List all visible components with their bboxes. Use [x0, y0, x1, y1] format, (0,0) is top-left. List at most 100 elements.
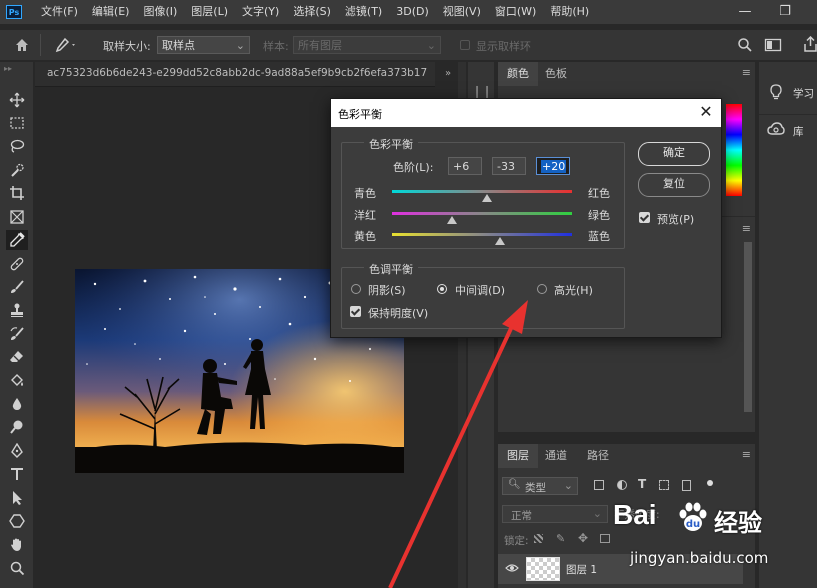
lasso-tool-icon[interactable]: [6, 136, 28, 156]
history-icon[interactable]: ❘❘: [472, 84, 492, 98]
filter-smart-object-icon[interactable]: [682, 480, 691, 491]
highlights-label[interactable]: 高光(H): [554, 282, 593, 298]
type-tool-icon[interactable]: [6, 464, 28, 484]
preview-checkbox[interactable]: [639, 212, 650, 223]
midtones-radio[interactable]: [437, 284, 447, 294]
frame-tool-icon[interactable]: [6, 207, 28, 227]
color-balance-group: 色彩平衡 色阶(L): +6 -33 +20 青色 红色 洋红 绿色 黄色 蓝色: [341, 136, 625, 249]
menu-select[interactable]: 选择(S): [286, 0, 338, 24]
watermark-url: jingyan.baidu.com: [630, 549, 769, 567]
menu-3d[interactable]: 3D(D): [389, 0, 436, 24]
hand-tool-icon[interactable]: [6, 534, 28, 554]
filter-pixel-icon[interactable]: [594, 480, 604, 490]
menu-file[interactable]: 文件(F): [34, 0, 85, 24]
cyan-red-slider-track[interactable]: [392, 190, 572, 193]
magenta-green-slider-track[interactable]: [392, 212, 572, 215]
panel-scrollbar[interactable]: [744, 242, 752, 412]
filter-adjustment-icon[interactable]: [617, 480, 627, 490]
panel-menu-icon[interactable]: ≡: [742, 222, 751, 235]
blur-tool-icon[interactable]: [6, 394, 28, 414]
panel-menu-icon[interactable]: ≡: [742, 66, 751, 79]
lock-pixels-icon[interactable]: ✎: [556, 532, 565, 545]
lock-position-icon[interactable]: ✥: [578, 531, 588, 545]
preserve-luminosity-checkbox[interactable]: [350, 306, 361, 317]
magenta-green-slider-thumb[interactable]: [447, 216, 458, 224]
tone-balance-group-title: 色调平衡: [364, 261, 418, 277]
menu-image[interactable]: 图像(I): [136, 0, 184, 24]
restore-button[interactable]: ❐: [775, 2, 795, 22]
yellow-blue-slider-thumb[interactable]: [495, 237, 505, 245]
marquee-tool-icon[interactable]: [6, 113, 28, 133]
color-spectrum[interactable]: [726, 104, 742, 196]
eyedropper-tool-icon[interactable]: [6, 230, 28, 250]
midtones-label[interactable]: 中间调(D): [455, 282, 505, 298]
search-icon[interactable]: [737, 37, 753, 53]
path-selection-tool-icon[interactable]: [6, 488, 28, 508]
zoom-tool-icon[interactable]: [6, 558, 28, 578]
cyan-red-slider-thumb[interactable]: [482, 194, 493, 202]
tab-swatches[interactable]: 色板: [536, 62, 576, 86]
library-label[interactable]: 库: [793, 124, 804, 139]
level-yellow-blue-input[interactable]: +20: [536, 157, 570, 175]
highlights-radio[interactable]: [537, 284, 547, 294]
lightbulb-icon[interactable]: [769, 84, 783, 100]
dialog-title-bar[interactable]: 色彩平衡 ✕: [331, 99, 721, 127]
slider-red-label: 红色: [588, 187, 610, 200]
level-cyan-red-value: +6: [453, 160, 470, 173]
document-tab[interactable]: ac75323d6b6de243-e299dd52c8abb2dc-9ad88a…: [35, 62, 435, 87]
level-magenta-green-input[interactable]: -33: [492, 157, 526, 175]
menu-view[interactable]: 视图(V): [436, 0, 488, 24]
menu-filter[interactable]: 滤镜(T): [338, 0, 389, 24]
sample-select[interactable]: 所有图层 ⌄: [293, 36, 441, 54]
ok-button[interactable]: 确定: [638, 142, 710, 166]
sample-size-select[interactable]: 取样点 ⌄: [157, 36, 250, 54]
menu-type[interactable]: 文字(Y): [235, 0, 286, 24]
tab-channels[interactable]: 通道: [536, 444, 576, 468]
workspace-icon[interactable]: [764, 37, 782, 53]
sample-value: 所有图层: [298, 39, 342, 52]
creative-cloud-icon[interactable]: [767, 122, 785, 136]
clone-stamp-tool-icon[interactable]: [6, 300, 28, 320]
pen-tool-icon[interactable]: [6, 441, 28, 461]
tab-color[interactable]: 颜色: [498, 62, 538, 86]
layer-name[interactable]: 图层 1: [566, 562, 597, 577]
shadows-radio[interactable]: [351, 284, 361, 294]
svg-text:du: du: [686, 519, 700, 530]
share-icon[interactable]: [804, 36, 817, 52]
dodge-tool-icon[interactable]: [6, 417, 28, 437]
brush-tool-icon[interactable]: [6, 277, 28, 297]
quick-selection-tool-icon[interactable]: [6, 160, 28, 180]
eyedropper-preset-icon[interactable]: [54, 37, 78, 53]
menu-window[interactable]: 窗口(W): [488, 0, 543, 24]
preview-label[interactable]: 预览(P): [657, 211, 694, 227]
levels-label: 色阶(L):: [393, 161, 434, 174]
learn-label[interactable]: 学习: [793, 86, 814, 101]
menu-layer[interactable]: 图层(L): [184, 0, 235, 24]
filter-toggle-icon[interactable]: [707, 480, 713, 486]
menu-edit[interactable]: 编辑(E): [85, 0, 137, 24]
tab-paths[interactable]: 路径: [578, 444, 618, 468]
close-icon[interactable]: ✕: [697, 103, 715, 121]
menu-help[interactable]: 帮助(H): [543, 0, 596, 24]
watermark-brand-left: Bai: [613, 499, 657, 530]
eraser-tool-icon[interactable]: [6, 347, 28, 367]
home-icon[interactable]: [14, 37, 30, 53]
filter-type-icon[interactable]: T: [638, 477, 646, 491]
level-cyan-red-input[interactable]: +6: [448, 157, 482, 175]
reset-button[interactable]: 复位: [638, 173, 710, 197]
yellow-blue-slider-track[interactable]: [392, 233, 572, 236]
filter-shape-icon[interactable]: [659, 480, 669, 490]
collapse-icon[interactable]: ▸▸: [4, 64, 12, 73]
crop-tool-icon[interactable]: [6, 183, 28, 203]
minimize-button[interactable]: —: [735, 2, 755, 22]
move-tool-icon[interactable]: [6, 90, 28, 110]
sample-label: 样本:: [263, 40, 289, 53]
tab-overflow-icon[interactable]: »: [438, 62, 458, 86]
history-brush-tool-icon[interactable]: [6, 324, 28, 344]
panel-menu-icon[interactable]: ≡: [742, 448, 751, 461]
shape-tool-icon[interactable]: [6, 511, 28, 531]
healing-brush-tool-icon[interactable]: [6, 254, 28, 274]
shadows-label[interactable]: 阴影(S): [368, 282, 406, 298]
paint-bucket-tool-icon[interactable]: [6, 371, 28, 391]
show-ring-checkbox[interactable]: [460, 40, 470, 50]
